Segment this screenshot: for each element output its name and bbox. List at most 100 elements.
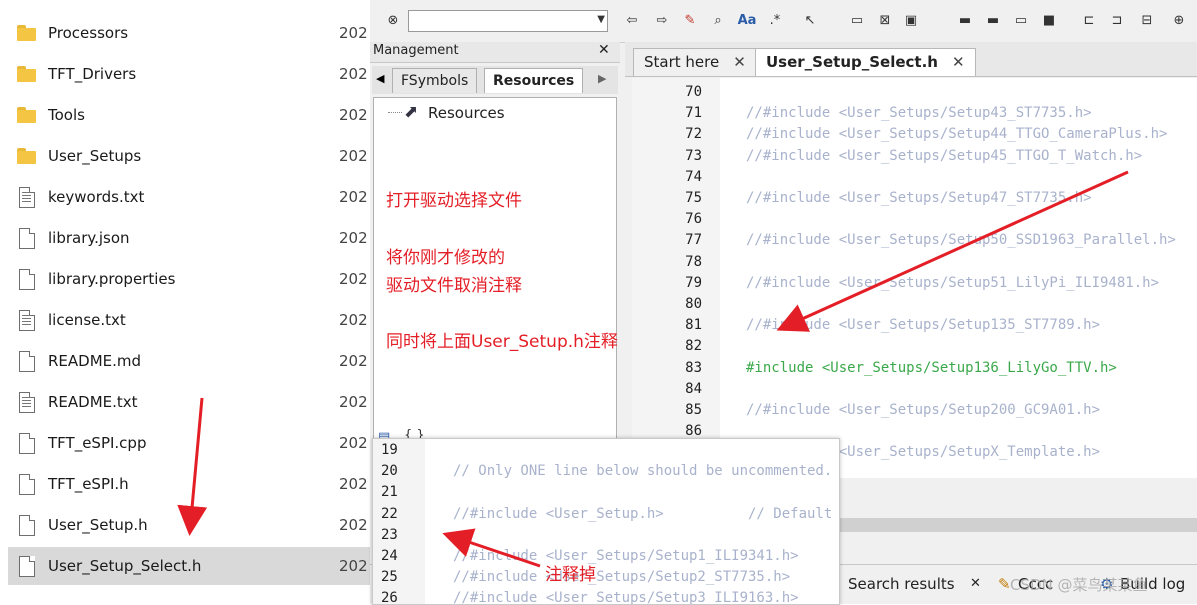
- layout-3-icon[interactable]: ▭: [1010, 11, 1032, 31]
- regex-icon[interactable]: .*: [764, 11, 786, 31]
- tab-start-here[interactable]: Start here ✕: [633, 48, 757, 76]
- file-name: library.properties: [48, 270, 176, 288]
- line-number: 84: [685, 380, 702, 397]
- comment-block-icon[interactable]: ⊠: [874, 11, 896, 31]
- management-title-bar: Management ✕: [370, 42, 620, 63]
- layout-1-icon[interactable]: ▬: [954, 11, 976, 31]
- line-number: 86: [685, 423, 702, 440]
- code-line: //#include <User_Setup.h> // Default set…: [453, 505, 840, 522]
- line-number: 22: [381, 505, 398, 522]
- code-line: //#include <User_Setups/Setup47_ST7735.h…: [746, 190, 1092, 206]
- file-row[interactable]: User_Setup_Select.h 202: [8, 547, 370, 585]
- highlight-icon[interactable]: ✎: [680, 11, 700, 31]
- tab-search-results[interactable]: Search results: [848, 571, 955, 597]
- file-row[interactable]: TFT_eSPI.cpp 202: [8, 424, 370, 462]
- file-row[interactable]: license.txt 202: [8, 301, 370, 339]
- pane-left-icon[interactable]: ⊏: [1078, 11, 1100, 31]
- code-view[interactable]: 70 71 //#include <User_Setups/Setup43_ST77…: [632, 78, 1197, 478]
- code-line: //#include <User_Setups/Setup45_TTGO_T_W…: [746, 147, 1143, 164]
- tab-label: Start here: [644, 53, 720, 71]
- match-case-icon[interactable]: Aa: [736, 11, 758, 31]
- active-include-line: #include <User_Setups/Setup136_LilyGo_TT…: [746, 359, 1117, 376]
- back-arrow-icon[interactable]: ⇦: [622, 11, 642, 31]
- file-date: 202: [339, 24, 368, 42]
- annotation-open-driver-file: 打开驱动选择文件: [386, 191, 522, 211]
- file-row[interactable]: User_Setup.h 202: [8, 506, 370, 544]
- file-row[interactable]: library.properties 202: [8, 260, 370, 298]
- line-number: 71: [685, 105, 702, 122]
- pencil-icon: ✎: [998, 575, 1011, 593]
- line-number: 24: [381, 548, 398, 564]
- code-snippet-overlay: 19 20 // Only ONE line below should be unc…: [372, 438, 840, 605]
- file-name: README.md: [48, 352, 142, 370]
- file-row[interactable]: README.md 202: [8, 342, 370, 380]
- layout-2-icon[interactable]: ▬: [982, 11, 1004, 31]
- file-row[interactable]: library.json 202: [8, 219, 370, 257]
- layout-4-icon[interactable]: ■: [1038, 11, 1060, 31]
- line-number: 19: [381, 442, 398, 458]
- file-name: TFT_Drivers: [48, 65, 137, 83]
- file-name: README.txt: [48, 393, 138, 411]
- tab-resources[interactable]: Resources: [484, 68, 584, 93]
- text-file-icon: [16, 309, 38, 331]
- line-number: 20: [381, 463, 398, 480]
- block-icon[interactable]: ▭: [846, 11, 868, 31]
- tree-item-resources[interactable]: Resources: [428, 104, 505, 122]
- search-combo[interactable]: ▼: [408, 10, 608, 32]
- file-row[interactable]: TFT_Drivers 202: [8, 55, 370, 93]
- scroll-right-icon[interactable]: ▶: [598, 72, 606, 85]
- tab-user-setup-select[interactable]: User_Setup_Select.h ✕: [755, 48, 976, 76]
- pointer-icon[interactable]: ↖: [800, 11, 820, 31]
- tab-fsymbols[interactable]: FSymbols: [392, 68, 478, 93]
- line-number: 83: [685, 359, 702, 376]
- file-name: User_Setups: [48, 147, 142, 165]
- file-name: license.txt: [48, 311, 126, 329]
- file-row[interactable]: User_Setups 202: [8, 137, 370, 175]
- file-explorer: Processors 202 TFT_Drivers 202 Tools 202 User_…: [0, 0, 370, 603]
- pane-right-icon[interactable]: ⊐: [1106, 11, 1128, 31]
- line-number: 25: [381, 569, 398, 586]
- code-line: //#include <User_Setups/Setup43_ST7735.h…: [746, 105, 1092, 122]
- close-icon[interactable]: ✕: [598, 42, 610, 58]
- file-date: 202: [339, 270, 368, 288]
- code-line: //#include <User_Setups/Setup44_TTGO_Cam…: [746, 126, 1168, 143]
- close-icon[interactable]: ✕: [970, 571, 981, 597]
- tree-connector: [388, 112, 402, 113]
- folder-icon: [16, 145, 38, 167]
- file-name: keywords.txt: [48, 188, 145, 206]
- text-file-icon: [16, 186, 38, 208]
- code-line: //#include <User_Setups/Setup50_SSD1963_…: [746, 232, 1176, 249]
- find-icon[interactable]: ⌕: [708, 11, 728, 31]
- clear-icon[interactable]: ⊗: [382, 11, 404, 31]
- line-number: 23: [381, 526, 398, 543]
- file-date: 202: [339, 475, 368, 493]
- file-row[interactable]: Tools 202: [8, 96, 370, 134]
- code-line: //#include <User_Setups/Setup2_ST7735.h>: [453, 569, 791, 586]
- file-icon: [16, 473, 38, 495]
- code-line: //#include <User_Setups/Setup51_LilyPi_I…: [746, 274, 1160, 291]
- annotation-comment-user-setup: 同时将上面User_Setup.h注释: [386, 332, 618, 352]
- file-row[interactable]: Processors 202: [8, 14, 370, 52]
- file-date: 202: [339, 557, 368, 575]
- file-icon: [16, 350, 38, 372]
- file-icon: [16, 227, 38, 249]
- scroll-left-icon[interactable]: ◀: [376, 72, 384, 85]
- doc-icon[interactable]: ▣: [900, 11, 922, 31]
- forward-arrow-icon[interactable]: ⇨: [652, 11, 672, 31]
- management-title: Management: [373, 43, 459, 58]
- zoom-icon[interactable]: ⊕: [1168, 11, 1190, 31]
- code-line: // Only ONE line below should be uncomme…: [453, 463, 833, 480]
- file-icon: [16, 432, 38, 454]
- file-row[interactable]: README.txt 202: [8, 383, 370, 421]
- horizontal-scrollbar[interactable]: [835, 518, 1197, 532]
- file-row[interactable]: TFT_eSPI.h 202: [8, 465, 370, 503]
- file-date: 202: [339, 106, 368, 124]
- file-date: 202: [339, 65, 368, 83]
- text-file-icon: [16, 391, 38, 413]
- close-icon[interactable]: ✕: [952, 53, 965, 71]
- pane-both-icon[interactable]: ⊟: [1136, 11, 1158, 31]
- chevron-down-icon[interactable]: ▼: [597, 14, 605, 25]
- file-row[interactable]: keywords.txt 202: [8, 178, 370, 216]
- annotation-comment-out: 注释掉: [545, 565, 596, 585]
- close-icon[interactable]: ✕: [733, 53, 746, 71]
